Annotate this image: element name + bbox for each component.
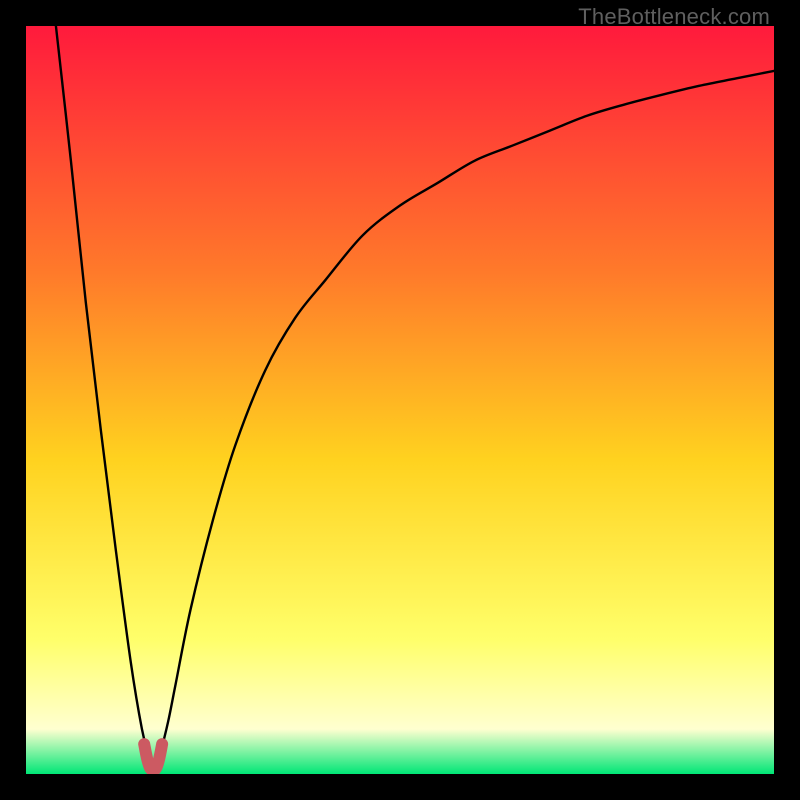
bottleneck-chart bbox=[26, 26, 774, 774]
gradient-background bbox=[26, 26, 774, 774]
chart-frame bbox=[26, 26, 774, 774]
watermark-text: TheBottleneck.com bbox=[578, 4, 770, 30]
